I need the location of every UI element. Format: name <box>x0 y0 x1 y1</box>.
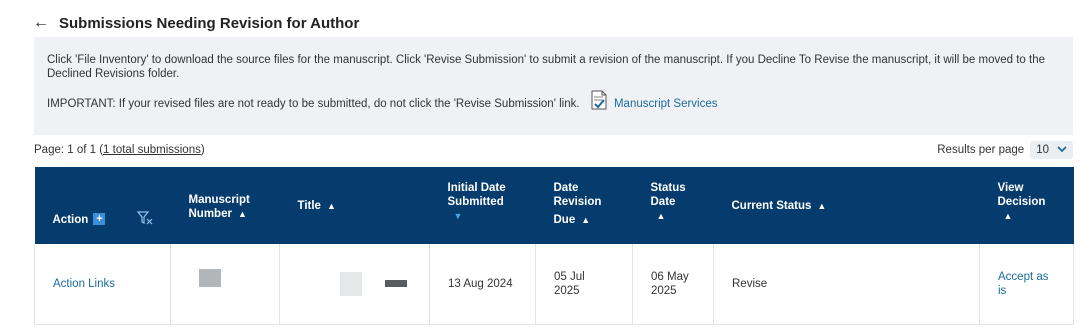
results-per-page: Results per page 10 <box>937 141 1073 159</box>
page-suffix: ) <box>200 144 205 156</box>
manuscript-services-link[interactable]: Manuscript Services <box>614 98 718 110</box>
cell-current-status: Revise <box>713 244 980 325</box>
action-links[interactable]: Action Links <box>53 278 115 290</box>
sort-up-icon: ▲ <box>326 200 336 211</box>
redacted-title <box>340 271 362 296</box>
col-revision-due[interactable]: Date Revision Due ▲ <box>536 167 633 244</box>
col-due-l3: Due <box>553 214 576 226</box>
status-date-l2: 2025 <box>651 284 677 297</box>
col-status-date[interactable]: Status Date ▲ <box>633 167 714 244</box>
back-arrow-icon[interactable]: ← <box>33 15 49 31</box>
page-prefix: Page: 1 of 1 ( <box>34 144 104 156</box>
page-indicator: Page: 1 of 1 (1 total submissions) <box>34 144 205 156</box>
col-ms-l1: Manuscript <box>188 193 250 206</box>
sort-up-icon: ▲ <box>1003 211 1013 221</box>
plus-icon[interactable]: + <box>93 212 106 225</box>
sort-down-icon: ▼ <box>453 211 463 221</box>
col-current-status-label: Current Status <box>731 199 812 212</box>
col-view-l1: View <box>997 182 1024 194</box>
sort-up-icon: ▲ <box>656 211 666 221</box>
cell-revision-due: 05 Jul 2025 <box>535 244 633 325</box>
col-initial-l2: Submitted <box>447 196 504 208</box>
revision-due-l1: 05 Jul <box>554 270 585 283</box>
pager-row: Page: 1 of 1 (1 total submissions) Resul… <box>34 141 1073 160</box>
cell-initial-date: 13 Aug 2024 <box>429 244 536 325</box>
revision-due-l2: 2025 <box>554 284 580 297</box>
important-text: IMPORTANT: If your revised files are not… <box>47 98 580 111</box>
view-decision-link[interactable]: Accept as is <box>998 270 1063 298</box>
submissions-table: Action + Manuscript Number ▲ Title ▲ Initi… <box>34 167 1074 325</box>
col-current-status[interactable]: Current Status ▲ <box>714 167 980 244</box>
cell-title <box>279 244 430 325</box>
document-check-icon <box>591 90 607 114</box>
results-per-page-value: 10 <box>1036 144 1049 156</box>
redacted-title-mark <box>385 280 408 288</box>
sort-up-icon: ▲ <box>817 200 827 211</box>
instructions-panel: Click 'File Inventory' to download the s… <box>34 37 1073 135</box>
chevron-down-icon <box>1057 144 1067 156</box>
view-decision-l2: is <box>998 284 1007 297</box>
col-action: Action + <box>35 167 171 244</box>
col-manuscript-number[interactable]: Manuscript Number ▲ <box>171 167 280 244</box>
page-header: ← Submissions Needing Revision for Autho… <box>33 12 359 34</box>
col-view-l2: Decision <box>997 196 1046 208</box>
status-date-l1: 06 May <box>651 270 689 283</box>
col-due-l1: Date <box>553 182 579 194</box>
cell-manuscript-number <box>170 244 280 325</box>
sort-up-icon: ▲ <box>581 215 591 225</box>
cell-status-date: 06 May 2025 <box>632 244 714 325</box>
col-status-l2: Date <box>650 196 676 208</box>
col-title-label: Title <box>297 199 321 212</box>
page-title: Submissions Needing Revision for Author <box>59 14 360 32</box>
col-ms-l2: Number <box>188 207 232 220</box>
table-row: Action Links 13 Aug 2024 05 Jul 2025 06 … <box>34 244 1074 325</box>
col-title[interactable]: Title ▲ <box>280 167 430 244</box>
important-note: IMPORTANT: If your revised files are not… <box>47 90 1059 116</box>
table-header-row: Action + Manuscript Number ▲ Title ▲ Initi… <box>34 167 1074 244</box>
col-status-l1: Status <box>650 182 686 194</box>
total-submissions-link[interactable]: 1 total submissions <box>103 144 201 156</box>
col-action-label: Action <box>52 213 89 226</box>
cell-action: Action Links <box>34 244 171 325</box>
col-due-l2: Revision <box>553 196 602 208</box>
instructions-text: Click 'File Inventory' to download the s… <box>47 54 1046 80</box>
cell-view-decision: Accept as is <box>979 244 1074 325</box>
col-initial-l1: Initial Date <box>447 182 506 194</box>
view-decision-l1: Accept as <box>998 270 1049 283</box>
redacted-manuscript-number <box>199 268 221 287</box>
results-per-page-label: Results per page <box>937 144 1025 156</box>
col-initial-date[interactable]: Initial Date Submitted ▼ <box>430 167 536 244</box>
filter-clear-icon[interactable] <box>136 210 153 229</box>
col-view-decision[interactable]: View Decision ▲ <box>980 167 1074 244</box>
results-per-page-select[interactable]: 10 <box>1030 141 1073 159</box>
sort-up-icon: ▲ <box>237 208 247 219</box>
